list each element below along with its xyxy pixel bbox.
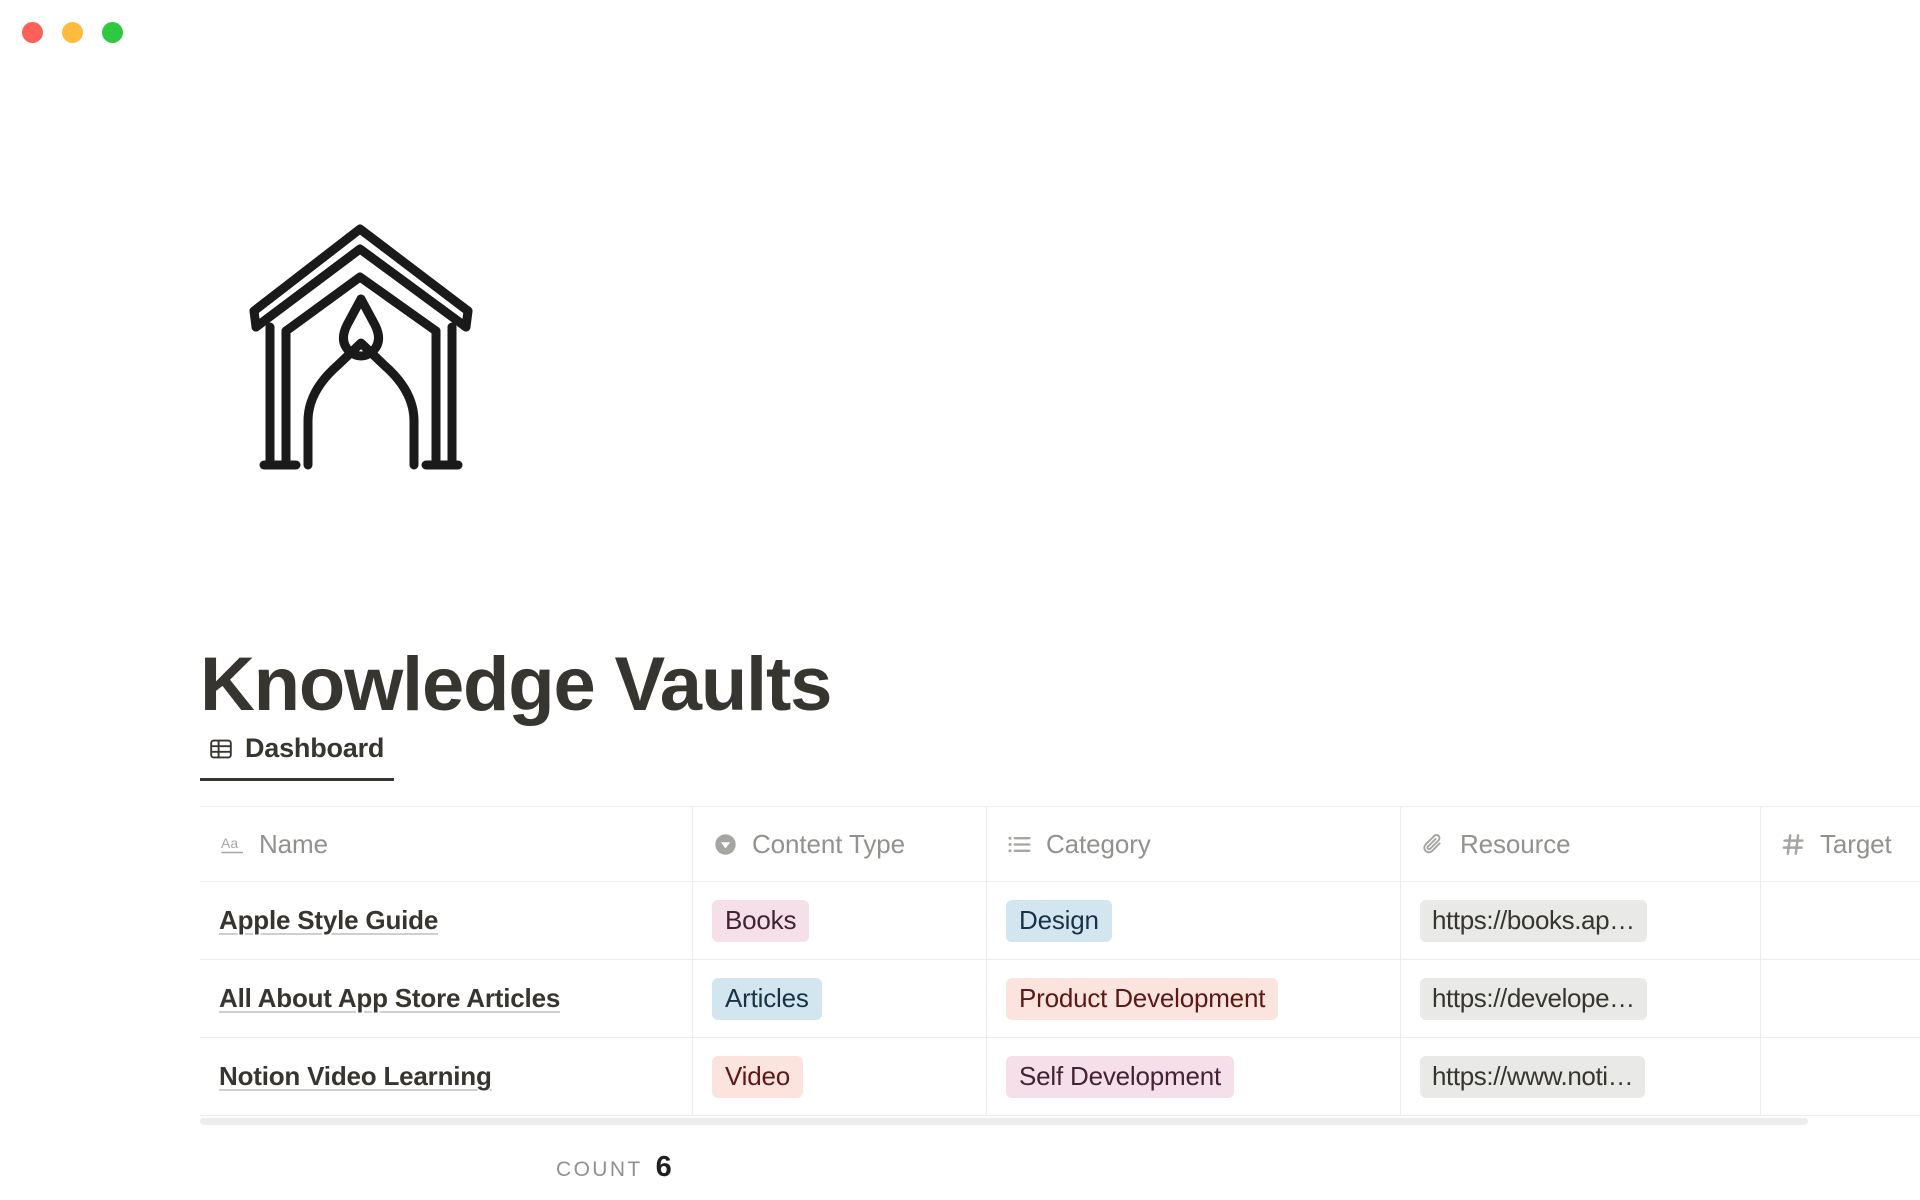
category-tag[interactable]: Design xyxy=(1006,899,1112,942)
tab-dashboard[interactable]: Dashboard xyxy=(200,733,395,781)
column-header-name[interactable]: Aa Name xyxy=(200,807,693,881)
cell-content-type[interactable]: Books xyxy=(693,882,987,959)
table-icon xyxy=(208,736,234,762)
column-header-name-label: Name xyxy=(259,828,328,859)
content-type-tag[interactable]: Articles xyxy=(712,977,822,1020)
count-label: Count xyxy=(556,1157,643,1181)
cell-resource[interactable]: https://www.noti… xyxy=(1401,1038,1761,1115)
cell-target[interactable] xyxy=(1761,882,1920,959)
window-titlebar xyxy=(0,0,1920,60)
cell-target[interactable] xyxy=(1761,1038,1920,1115)
resource-link[interactable]: https://books.ap… xyxy=(1420,899,1647,942)
hash-icon xyxy=(1780,831,1807,858)
maximize-window-button[interactable] xyxy=(102,22,123,43)
content-type-tag[interactable]: Video xyxy=(712,1055,804,1098)
column-header-target[interactable]: Target xyxy=(1761,807,1920,881)
content-type-tag[interactable]: Books xyxy=(712,899,810,942)
resource-link[interactable]: https://develope… xyxy=(1420,977,1647,1020)
table-row[interactable]: All About App Store Articles Articles Pr… xyxy=(200,960,1920,1038)
cell-category[interactable]: Product Development xyxy=(987,960,1401,1037)
count-value: 6 xyxy=(655,1150,672,1183)
cell-resource[interactable]: https://books.ap… xyxy=(1401,882,1761,959)
resource-link[interactable]: https://www.noti… xyxy=(1420,1055,1646,1098)
cell-name[interactable]: Notion Video Learning xyxy=(200,1038,693,1115)
column-header-category[interactable]: Category xyxy=(987,807,1401,881)
column-header-resource-label: Resource xyxy=(1460,828,1571,859)
column-header-content-type-label: Content Type xyxy=(752,828,905,859)
table-footer: Count 6 xyxy=(200,1140,1920,1194)
cell-target[interactable] xyxy=(1761,960,1920,1037)
horizontal-scrollbar[interactable] xyxy=(200,1118,1808,1125)
tab-dashboard-label: Dashboard xyxy=(245,733,385,763)
shrine-house-icon[interactable] xyxy=(246,215,476,475)
row-title-link[interactable]: All About App Store Articles xyxy=(219,983,560,1014)
column-header-content-type[interactable]: Content Type xyxy=(693,807,987,881)
table-header-row: Aa Name Content Type Category Resource T… xyxy=(200,807,1920,882)
cell-name[interactable]: All About App Store Articles xyxy=(200,960,693,1037)
notion-page: Knowledge Vaults Dashboard Aa Name Conte… xyxy=(0,0,1920,1200)
category-tag[interactable]: Self Development xyxy=(1006,1055,1235,1098)
cell-content-type[interactable]: Articles xyxy=(693,960,987,1037)
count-summary[interactable]: Count 6 xyxy=(556,1151,672,1184)
row-title-link[interactable]: Apple Style Guide xyxy=(219,905,438,936)
paperclip-icon xyxy=(1420,831,1447,858)
view-tabs: Dashboard xyxy=(200,733,395,781)
table-row[interactable]: Notion Video Learning Video Self Develop… xyxy=(200,1038,1920,1116)
column-header-target-label: Target xyxy=(1820,828,1892,859)
page-title[interactable]: Knowledge Vaults xyxy=(200,646,832,723)
cell-category[interactable]: Self Development xyxy=(987,1038,1401,1115)
cell-resource[interactable]: https://develope… xyxy=(1401,960,1761,1037)
cell-content-type[interactable]: Video xyxy=(693,1038,987,1115)
select-circle-icon xyxy=(712,831,739,858)
column-header-resource[interactable]: Resource xyxy=(1401,807,1761,881)
traffic-lights xyxy=(22,22,123,43)
table-row[interactable]: Apple Style Guide Books Design https://b… xyxy=(200,882,1920,960)
category-tag[interactable]: Product Development xyxy=(1006,977,1279,1020)
row-title-link[interactable]: Notion Video Learning xyxy=(219,1061,492,1092)
cell-category[interactable]: Design xyxy=(987,882,1401,959)
multiselect-list-icon xyxy=(1006,831,1033,858)
svg-text:Aa: Aa xyxy=(221,835,238,851)
minimize-window-button[interactable] xyxy=(62,22,83,43)
text-aa-icon: Aa xyxy=(219,831,246,858)
database-table: Aa Name Content Type Category Resource T… xyxy=(200,806,1920,1116)
cell-name[interactable]: Apple Style Guide xyxy=(200,882,693,959)
column-header-category-label: Category xyxy=(1046,828,1151,859)
close-window-button[interactable] xyxy=(22,22,43,43)
